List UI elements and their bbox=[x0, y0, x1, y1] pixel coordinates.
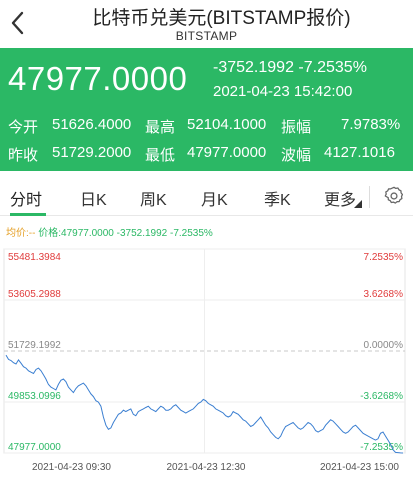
y-axis-right-label: -3.6268% bbox=[360, 391, 403, 402]
open-value: 51626.4000 bbox=[52, 116, 132, 133]
y-axis-right-label: -7.2535% bbox=[360, 442, 403, 453]
prev-close-value: 51729.2000 bbox=[52, 144, 132, 161]
x-axis-label: 2021-04-23 15:00 bbox=[320, 462, 399, 473]
y-axis-right-label: 0.0000% bbox=[364, 340, 404, 351]
prev-close-label: 昨收 bbox=[8, 147, 39, 164]
change-value: -3752.1992 bbox=[213, 59, 294, 76]
high-label: 最高 bbox=[145, 119, 176, 136]
change-percent: -7.2535% bbox=[298, 59, 367, 76]
last-price: 47977.0000 bbox=[8, 60, 188, 97]
quote-row-2: 昨收 51729.2000 最低 47977.0000 波幅 4127.1016 bbox=[0, 144, 413, 168]
dropdown-triangle-icon bbox=[354, 200, 362, 208]
y-axis-left-label: 47977.0000 bbox=[8, 442, 61, 453]
range-value: 4127.1016 bbox=[324, 144, 395, 161]
y-axis-right-label: 3.6268% bbox=[364, 289, 404, 300]
header: 比特币兑美元(BITSTAMP报价) BITSTAMP bbox=[0, 0, 413, 48]
tab-intraday[interactable]: 分时 bbox=[10, 186, 42, 210]
page-subtitle: BITSTAMP bbox=[175, 29, 238, 43]
range-label: 波幅 bbox=[281, 147, 312, 164]
low-value: 47977.0000 bbox=[187, 144, 267, 161]
quote-time: 2021-04-23 15:42:00 bbox=[213, 83, 353, 100]
low-label: 最低 bbox=[145, 147, 176, 164]
tab-weekly-k[interactable]: 周K bbox=[140, 186, 167, 210]
tab-more[interactable]: 更多 bbox=[324, 186, 362, 210]
tab-quarterly-k[interactable]: 季K bbox=[264, 186, 291, 210]
x-axis-label: 2021-04-23 12:30 bbox=[167, 462, 246, 473]
y-axis-left-label: 51729.1992 bbox=[8, 340, 61, 351]
tab-divider bbox=[369, 186, 370, 208]
price-readout: 价格:47977.0000 -3752.1992 -7.2535% bbox=[38, 228, 213, 239]
average-price-bar: 均价:-- 价格:47977.0000 -3752.1992 -7.2535% bbox=[6, 224, 213, 239]
amplitude-value: 7.9783% bbox=[341, 116, 401, 133]
open-label: 今开 bbox=[8, 119, 39, 136]
average-price-label: 均价:-- bbox=[6, 228, 36, 239]
y-axis-left-label: 53605.2988 bbox=[8, 289, 61, 300]
high-value: 52104.1000 bbox=[187, 116, 267, 133]
change-line: -3752.1992 -7.2535% bbox=[213, 59, 367, 77]
y-axis-right-label: 7.2535% bbox=[364, 252, 404, 263]
tab-monthly-k[interactable]: 月K bbox=[201, 186, 228, 210]
intraday-chart[interactable]: 55481.3984 7.2535% 53605.2988 3.6268% 51729.… bbox=[0, 240, 413, 477]
x-axis-label: 2021-04-23 09:30 bbox=[32, 462, 111, 473]
y-axis-left-label: 55481.3984 bbox=[8, 252, 61, 263]
quote-row-1: 今开 51626.4000 最高 52104.1000 振幅 7.9783% bbox=[0, 116, 413, 140]
tab-more-label: 更多 bbox=[324, 192, 357, 209]
tab-daily-k[interactable]: 日K bbox=[80, 186, 107, 210]
period-tabs: 分时 日K 周K 月K 季K 更多 bbox=[0, 178, 413, 216]
amplitude-label: 振幅 bbox=[281, 119, 312, 136]
y-axis-left-label: 49853.0996 bbox=[8, 391, 61, 402]
page-title: 比特币兑美元(BITSTAMP报价) bbox=[92, 8, 351, 29]
quote-panel: 47977.0000 -3752.1992 -7.2535% 2021-04-2… bbox=[0, 48, 413, 171]
gear-icon[interactable] bbox=[383, 185, 405, 207]
active-tab-indicator bbox=[10, 213, 46, 216]
